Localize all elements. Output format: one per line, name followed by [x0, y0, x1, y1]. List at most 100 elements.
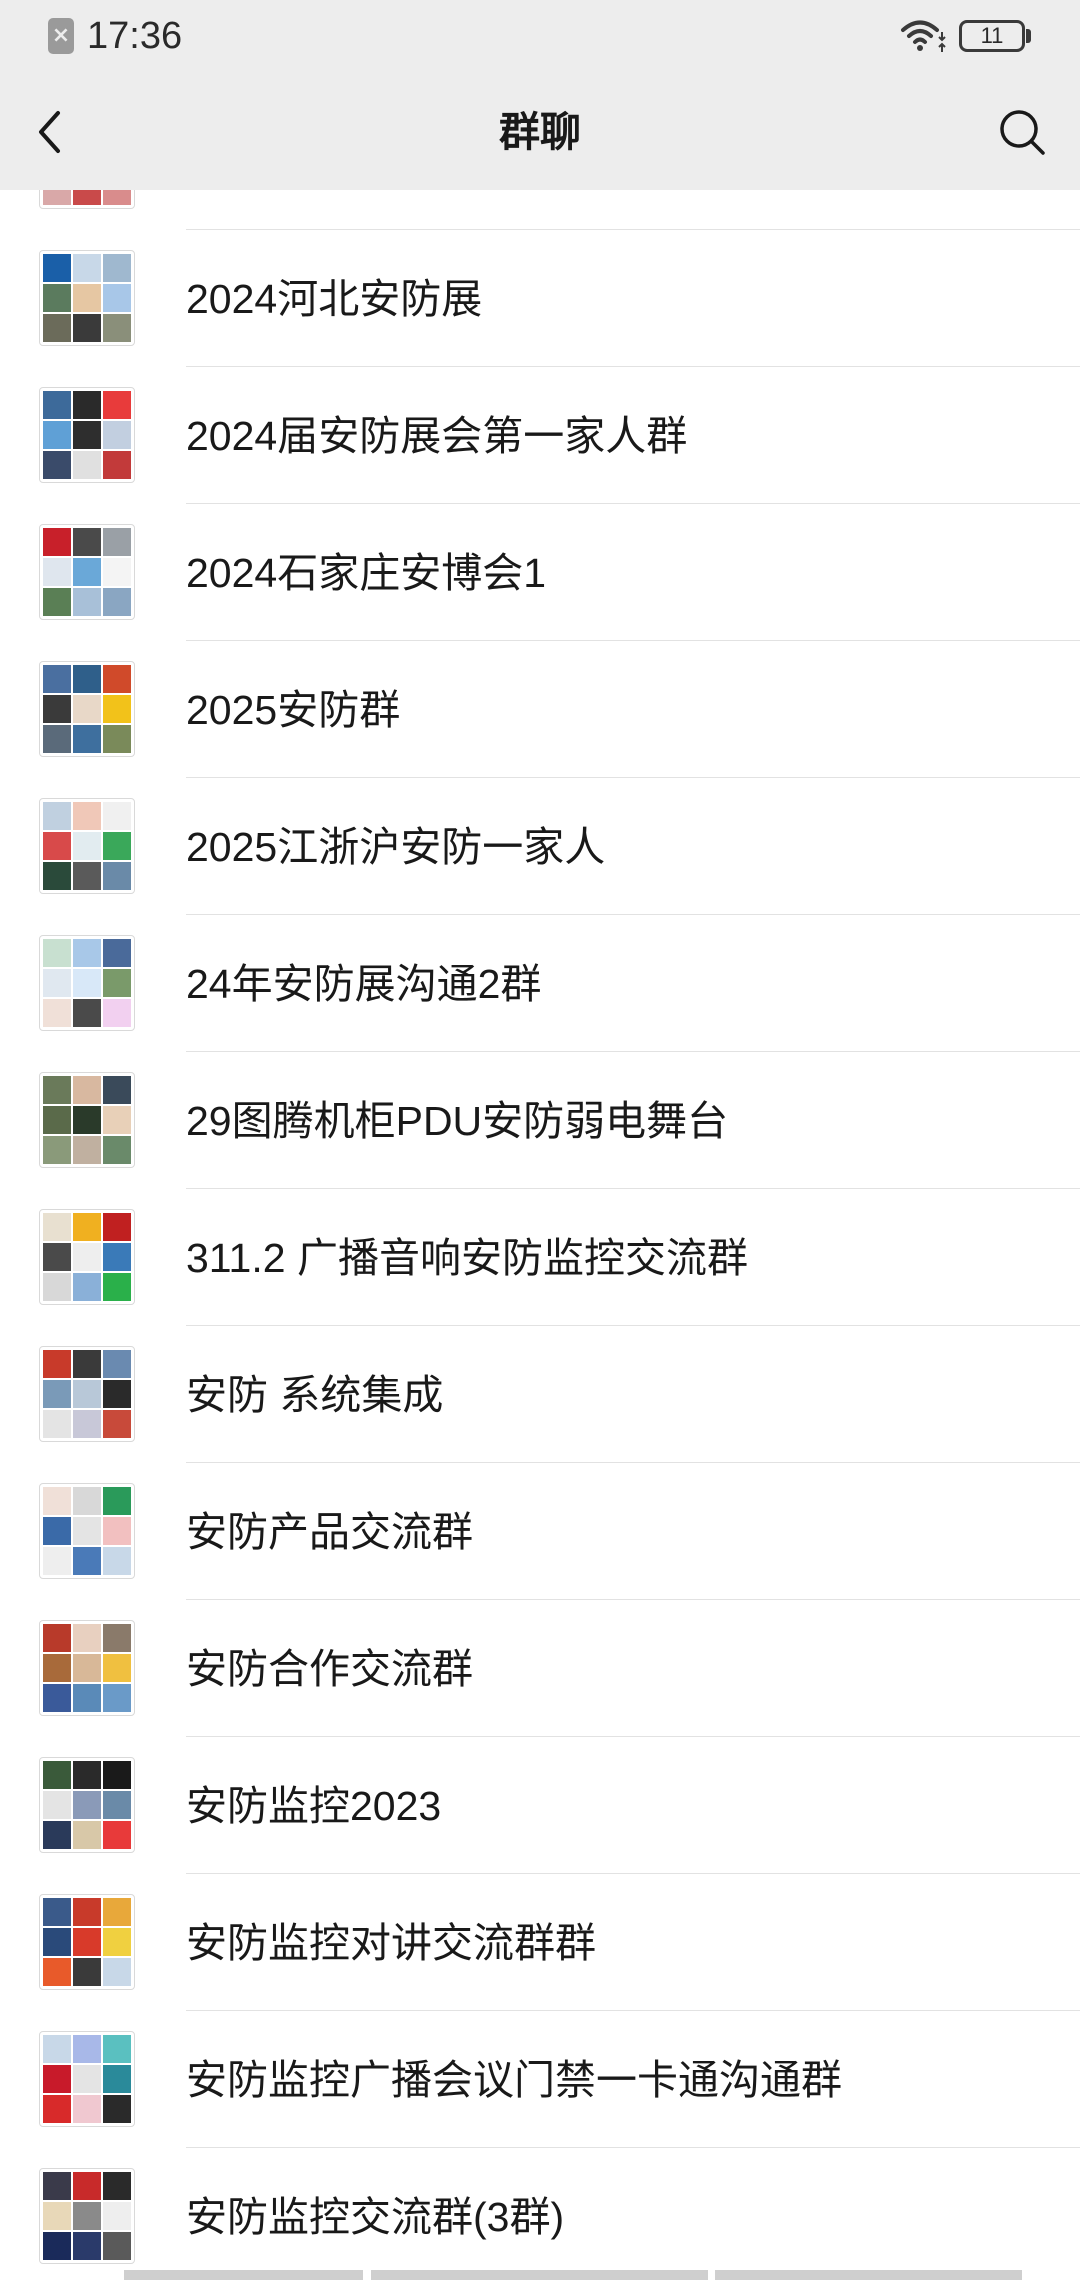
avatar-tile: [103, 1547, 131, 1575]
wifi-icon: [901, 20, 946, 52]
avatar-tile: [43, 588, 71, 616]
avatar-tile: [43, 1136, 71, 1164]
avatar-tile: [43, 1350, 71, 1378]
avatar-tile: [43, 802, 71, 830]
avatar-tile: [73, 862, 101, 890]
avatar-tile: [73, 1928, 101, 1956]
avatar-tile: [73, 1624, 101, 1652]
avatar-tile: [43, 391, 71, 419]
avatar-tile: [73, 1958, 101, 1986]
bottom-partial-segment: [715, 2270, 1022, 2280]
avatar-tile: [103, 1684, 131, 1712]
group-chat-row[interactable]: 安防合作交流群: [0, 1600, 1080, 1737]
avatar-tile: [103, 1654, 131, 1682]
avatar-tile: [43, 2065, 71, 2093]
avatar-tile: [103, 1928, 131, 1956]
avatar-tile: [73, 190, 101, 205]
avatar-tile: [43, 284, 71, 312]
nav-bar: 群聊: [0, 73, 1080, 190]
avatar-tile: [103, 695, 131, 723]
avatar-tile: [73, 391, 101, 419]
avatar-tile: [43, 2095, 71, 2123]
group-avatar: [39, 1072, 135, 1168]
avatar-tile: [43, 2035, 71, 2063]
group-avatar: [39, 250, 135, 346]
avatar-tile: [73, 832, 101, 860]
group-avatar: [39, 2168, 135, 2264]
avatar-tile: [43, 1076, 71, 1104]
group-chat-row[interactable]: 安防监控广播会议门禁一卡通沟通群: [0, 2011, 1080, 2148]
group-chat-row[interactable]: 安防监控2023: [0, 1737, 1080, 1874]
status-time: 17:36: [87, 15, 183, 57]
search-button[interactable]: [992, 103, 1052, 161]
avatar-tile: [43, 665, 71, 693]
group-chat-list[interactable]: 2024河北安防展 2024届安防展会第一家人群 2024石家庄安博会1 2025安防…: [0, 190, 1080, 2280]
group-chat-row-partial[interactable]: [0, 190, 1080, 230]
avatar-tile: [43, 1410, 71, 1438]
avatar-tile: [103, 421, 131, 449]
avatar-tile: [103, 1243, 131, 1271]
search-icon: [1000, 110, 1045, 155]
avatar-tile: [43, 451, 71, 479]
avatar-tile: [73, 2095, 101, 2123]
group-chat-row[interactable]: 安防 系统集成: [0, 1326, 1080, 1463]
avatar-tile: [103, 665, 131, 693]
avatar-tile: [73, 588, 101, 616]
group-chat-row[interactable]: 安防监控交流群(3群): [0, 2148, 1080, 2280]
avatar-tile: [43, 1487, 71, 1515]
avatar-tile: [43, 1684, 71, 1712]
avatar-tile: [103, 558, 131, 586]
avatar-tile: [103, 1487, 131, 1515]
group-chat-row[interactable]: 311.2 广播音响安防监控交流群: [0, 1189, 1080, 1326]
group-avatar: [39, 935, 135, 1031]
avatar-tile: [43, 1243, 71, 1271]
avatar-tile: [103, 1350, 131, 1378]
avatar-tile: [73, 254, 101, 282]
group-chat-row[interactable]: 安防产品交流群: [0, 1463, 1080, 1600]
group-chat-row[interactable]: 2024石家庄安博会1: [0, 504, 1080, 641]
avatar-tile: [73, 1898, 101, 1926]
avatar-tile: [73, 1350, 101, 1378]
avatar-tile: [73, 1761, 101, 1789]
avatar-tile: [73, 314, 101, 342]
avatar-tile: [73, 1273, 101, 1301]
avatar-tile: [103, 528, 131, 556]
group-chat-row[interactable]: 2025安防群: [0, 641, 1080, 778]
bottom-partial-segment: [371, 2270, 708, 2280]
avatar-tile: [103, 190, 131, 205]
avatar-tile: [103, 588, 131, 616]
avatar-tile: [43, 1791, 71, 1819]
group-chat-row[interactable]: 安防监控对讲交流群群: [0, 1874, 1080, 2011]
group-chat-row[interactable]: 29图腾机柜PDU安防弱电舞台: [0, 1052, 1080, 1189]
avatar-tile: [73, 695, 101, 723]
group-avatar: [39, 798, 135, 894]
avatar-tile: [43, 969, 71, 997]
group-chat-row[interactable]: 2024河北安防展: [0, 230, 1080, 367]
group-name: 安防监控2023: [186, 1783, 442, 1829]
avatar-tile: [73, 451, 101, 479]
avatar-tile: [43, 999, 71, 1027]
group-chat-row[interactable]: 2024届安防展会第一家人群: [0, 367, 1080, 504]
bottom-partial-segment: [124, 2270, 363, 2280]
avatar-tile: [103, 1791, 131, 1819]
avatar-tile: [43, 314, 71, 342]
sim-blocked-icon: ×: [48, 18, 74, 54]
group-list-content: 2024河北安防展 2024届安防展会第一家人群 2024石家庄安博会1 2025安防…: [0, 190, 1080, 2280]
group-chat-row[interactable]: 2025江浙沪安防一家人: [0, 778, 1080, 915]
group-avatar: [39, 1483, 135, 1579]
avatar-tile: [73, 969, 101, 997]
avatar-tile: [43, 421, 71, 449]
group-chat-row[interactable]: 24年安防展沟通2群: [0, 915, 1080, 1052]
avatar-tile: [73, 1136, 101, 1164]
avatar-tile: [103, 1761, 131, 1789]
avatar-tile: [103, 939, 131, 967]
avatar-tile: [43, 1213, 71, 1241]
avatar-tile: [43, 939, 71, 967]
avatar-tile: [43, 1958, 71, 1986]
avatar-tile: [103, 451, 131, 479]
avatar-tile: [103, 2035, 131, 2063]
avatar-tile: [73, 1547, 101, 1575]
avatar-tile: [103, 1380, 131, 1408]
avatar-tile: [103, 2095, 131, 2123]
group-avatar: [39, 1620, 135, 1716]
